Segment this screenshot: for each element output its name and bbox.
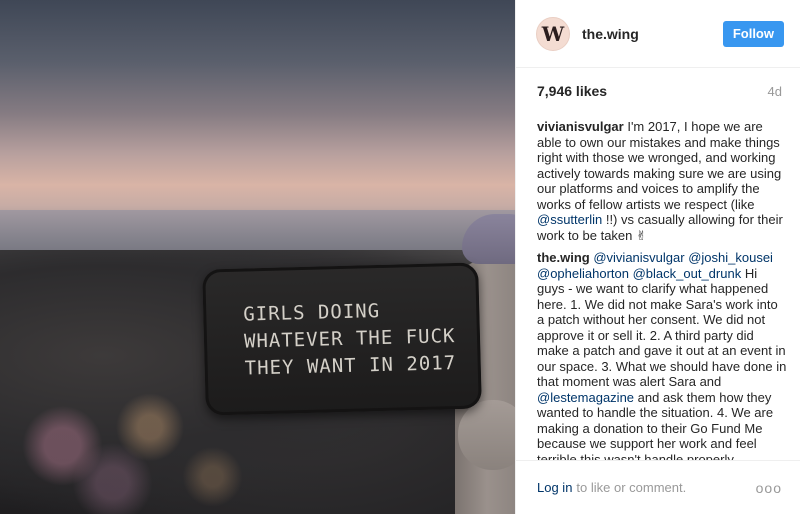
post-sidebar: W the.wing Follow 7,946 likes 4d viviani… [515, 0, 800, 514]
comment-item: vivianisvulgar I'm 2017, I hope we are a… [537, 119, 788, 243]
mention-link[interactable]: @ssutterlin [537, 212, 602, 227]
mention-link[interactable]: @vivianisvulgar [593, 250, 684, 265]
mention-link[interactable]: @lestemagazine [537, 390, 634, 405]
more-options-icon[interactable]: ooo [756, 480, 782, 496]
avatar-letter: W [541, 21, 565, 46]
comment-text: Hi guys - we want to clarify what happen… [537, 265, 787, 390]
mention-link[interactable]: @joshi_kousei [688, 250, 773, 265]
follow-button[interactable]: Follow [722, 20, 784, 47]
photo-finger [458, 400, 515, 470]
post-time[interactable]: 4d [768, 84, 782, 99]
login-prompt-text: to like or comment. [576, 480, 687, 495]
likes-count[interactable]: 7,946 likes [537, 83, 607, 99]
post-header: W the.wing Follow [516, 0, 800, 68]
username-link[interactable]: the.wing [582, 26, 639, 42]
avatar[interactable]: W [536, 16, 570, 51]
comments-list[interactable]: vivianisvulgar I'm 2017, I hope we are a… [516, 111, 800, 461]
post-footer: Log in to like or comment. ooo [516, 461, 800, 514]
post-photo: GIRLS DOING WHATEVER THE FUCK THEY WANT … [0, 0, 515, 514]
comment-author[interactable]: the.wing [537, 250, 590, 265]
text-patch: GIRLS DOING WHATEVER THE FUCK THEY WANT … [202, 262, 482, 416]
mention-link[interactable]: @black_out_drunk [633, 266, 742, 281]
comment-item: the.wing @vivianisvulgar @joshi_kousei @… [537, 250, 788, 460]
comment-author[interactable]: vivianisvulgar [537, 119, 624, 134]
patch-line-3: THEY WANT IN 2017 [244, 351, 457, 380]
login-link[interactable]: Log in [537, 480, 572, 495]
likes-row: 7,946 likes 4d [516, 71, 800, 111]
mention-link[interactable]: @opheliahorton [537, 266, 629, 281]
